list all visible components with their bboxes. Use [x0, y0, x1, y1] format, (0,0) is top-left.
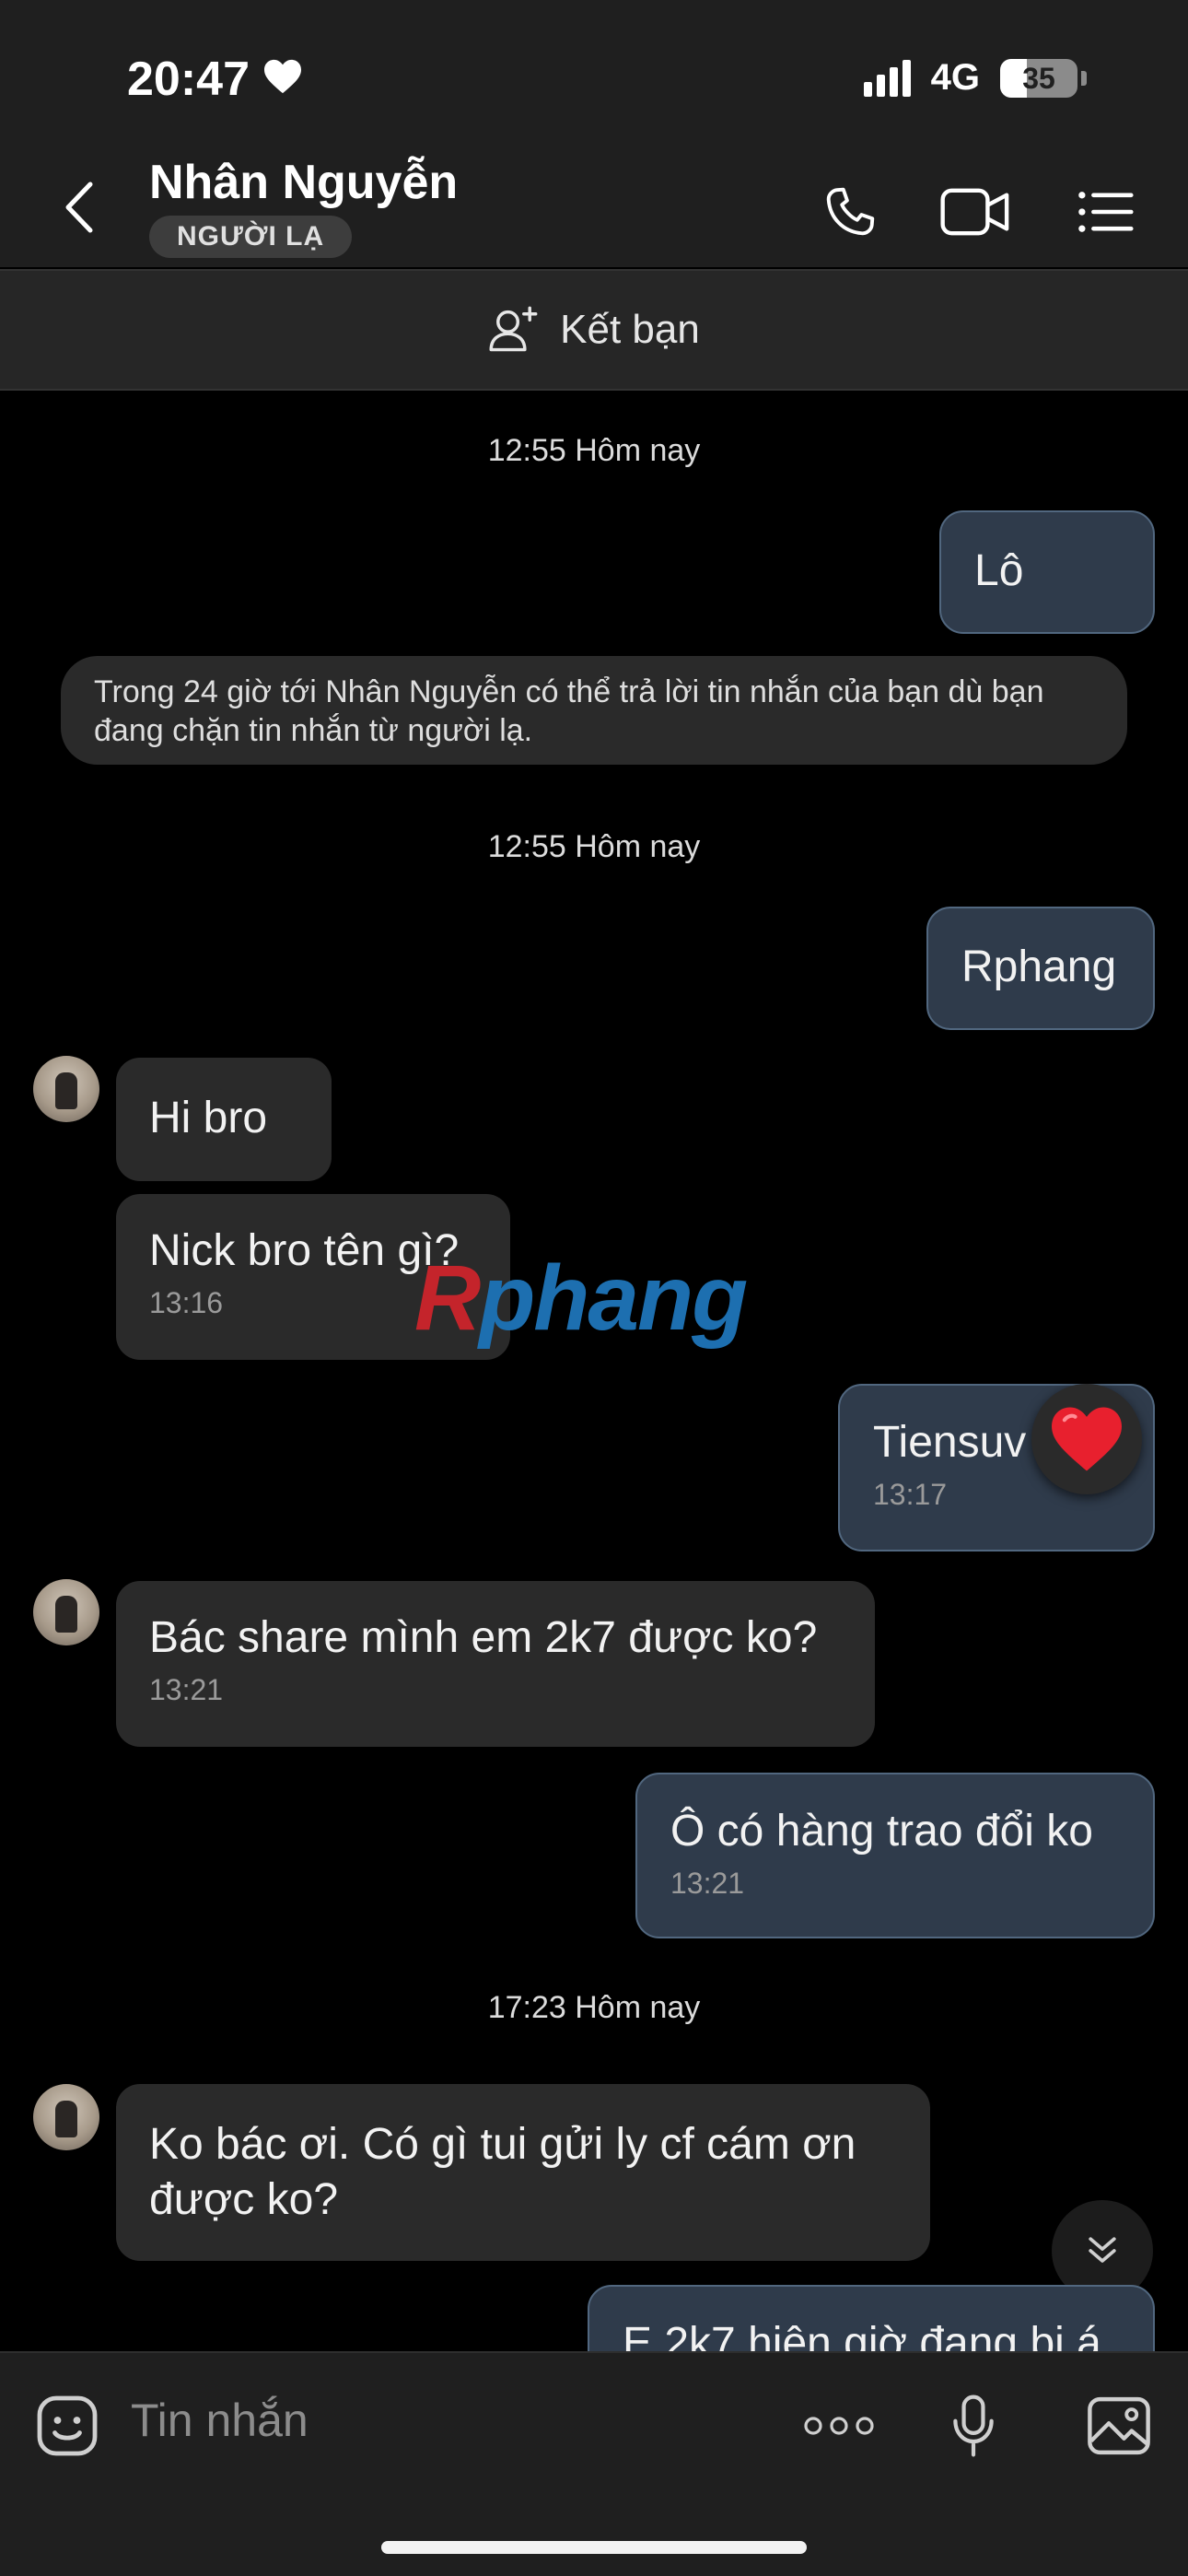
gallery-button[interactable]: [1077, 2384, 1160, 2467]
more-options-button[interactable]: [798, 2384, 880, 2467]
message-text-line2: được ko?: [149, 2175, 339, 2224]
contact-avatar[interactable]: [33, 1056, 99, 1122]
signal-icon: [863, 59, 911, 97]
heart-status-icon: [262, 52, 303, 107]
watermark-logo: Rphang: [414, 1247, 748, 1350]
system-notice: Trong 24 giờ tới Nhân Nguyễn có thể trả …: [61, 656, 1127, 765]
contact-avatar[interactable]: [33, 2084, 99, 2150]
network-label: 4G: [930, 57, 980, 98]
back-chevron-icon: [65, 181, 93, 233]
battery-icon: 35: [1000, 58, 1077, 98]
menu-button[interactable]: [1065, 175, 1147, 249]
timestamp-divider: 12:55 Hôm nay: [487, 829, 701, 864]
message-text: Bác share mình em 2k7 được ko?: [149, 1613, 818, 1662]
timestamp-divider: 12:55 Hôm nay: [487, 433, 701, 468]
message-incoming[interactable]: Ko bác ơi. Có gì tui gửi ly cf cám ơn đư…: [116, 2084, 930, 2261]
microphone-icon: [953, 2395, 994, 2457]
sticker-smiley-icon: [37, 2395, 98, 2456]
battery-percent: 35: [1022, 61, 1055, 95]
battery-tip: [1081, 70, 1087, 86]
menu-list-icon: [1078, 192, 1134, 232]
contact-avatar[interactable]: [33, 1579, 99, 1645]
back-button[interactable]: [55, 175, 101, 240]
add-friend-bar[interactable]: Kết bạn: [0, 269, 1188, 391]
stranger-badge: NGƯỜI LẠ: [149, 216, 353, 258]
heart-reaction-icon: [1052, 1407, 1122, 1471]
video-call-icon: [940, 188, 1009, 236]
image-gallery-icon: [1088, 2396, 1150, 2455]
message-input[interactable]: Tin nhắn: [131, 2394, 309, 2447]
reaction-heart[interactable]: [1031, 1384, 1142, 1494]
message-text: Rphang: [961, 943, 1117, 991]
timestamp-divider: 17:23 Hôm nay: [487, 1990, 701, 2025]
add-friend-icon: [489, 306, 538, 352]
message-time: 13:21: [149, 1673, 224, 1706]
message-incoming[interactable]: Hi bro: [116, 1058, 332, 1181]
status-indicators: 4G 35: [863, 57, 1087, 99]
message-text: Hi bro: [149, 1094, 268, 1142]
voice-record-button[interactable]: [932, 2384, 1015, 2467]
message-text-line1: Ko bác ơi. Có gì tui gửi ly cf cám ơn: [149, 2120, 856, 2169]
message-outgoing[interactable]: Lô: [939, 510, 1155, 634]
status-time: 20:47: [127, 52, 303, 107]
sticker-button[interactable]: [26, 2384, 109, 2467]
status-time-text: 20:47: [127, 53, 250, 106]
home-indicator: [381, 2541, 807, 2554]
message-text: Ô có hàng trao đổi ko: [670, 1807, 1093, 1856]
call-button[interactable]: [809, 175, 891, 249]
phone-icon: [826, 187, 875, 236]
video-call-button[interactable]: [934, 175, 1017, 249]
message-outgoing[interactable]: Ô có hàng trao đổi ko 13:21: [635, 1773, 1155, 1938]
message-time: 13:21: [670, 1867, 745, 1900]
message-text: Lô: [974, 546, 1024, 595]
contact-name[interactable]: Nhân Nguyễn: [149, 155, 458, 210]
add-friend-label: Kết bạn: [560, 307, 700, 352]
message-outgoing[interactable]: Rphang: [926, 907, 1155, 1030]
more-dots-icon: [804, 2417, 874, 2435]
double-chevron-down-icon: [1089, 2237, 1116, 2263]
message-incoming[interactable]: Bác share mình em 2k7 được ko? 13:21: [116, 1581, 875, 1747]
